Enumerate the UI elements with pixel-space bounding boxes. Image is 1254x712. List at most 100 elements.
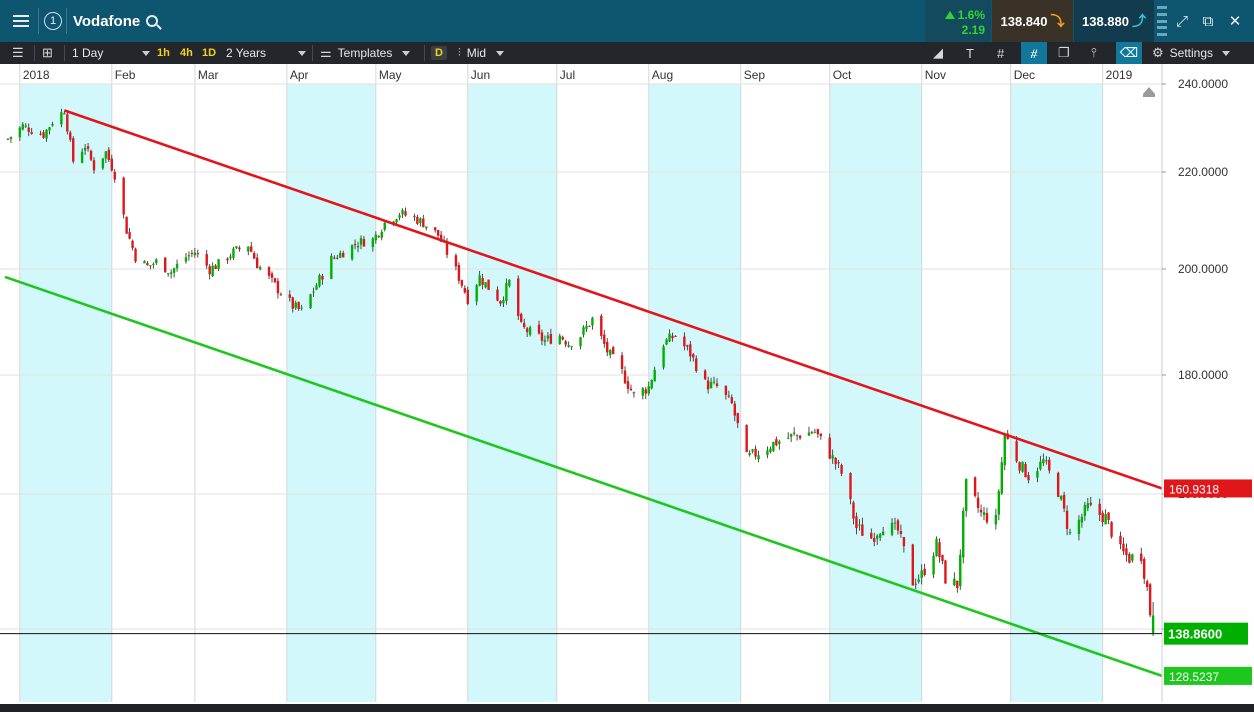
candle-body xyxy=(166,273,170,275)
y-axis-panel xyxy=(1162,64,1254,704)
divider xyxy=(312,45,313,61)
candle-body xyxy=(502,300,505,304)
candle-body xyxy=(413,215,416,217)
candle-body xyxy=(775,439,778,446)
price-type-select[interactable]: ⫶ Mid xyxy=(458,42,505,64)
candle-body xyxy=(478,275,481,286)
candle-body xyxy=(377,235,380,237)
candle-body xyxy=(333,257,336,259)
candle-body xyxy=(849,473,852,500)
candle-body xyxy=(579,337,582,347)
candle-body xyxy=(1045,460,1048,462)
candle-body xyxy=(250,246,253,252)
candle-body xyxy=(611,347,615,355)
candle-body xyxy=(1065,510,1069,529)
candle-body xyxy=(146,263,149,266)
month-band xyxy=(19,84,112,702)
interval-1d-button[interactable]: 1D xyxy=(202,42,216,64)
candle-body xyxy=(1018,462,1021,471)
candle-body xyxy=(917,579,920,582)
candle-body xyxy=(48,127,51,131)
interval-4h-label: 4h xyxy=(180,47,193,59)
candle-body xyxy=(772,441,775,451)
sell-price: 138.840 xyxy=(1000,13,1048,29)
channel-tool-button[interactable]: ⧣ xyxy=(1021,42,1047,64)
candle-body xyxy=(27,127,30,132)
candle-body xyxy=(873,537,876,542)
candle-body xyxy=(1062,494,1066,509)
range-select[interactable]: 2 Years xyxy=(226,42,306,64)
candle-body xyxy=(561,336,564,340)
candle-body xyxy=(190,252,194,254)
candle-body xyxy=(339,252,342,258)
candle-body xyxy=(374,234,378,241)
candle-body xyxy=(876,535,879,539)
candle-body xyxy=(383,222,386,230)
layout-button[interactable]: ⊞ xyxy=(42,42,53,64)
candle-body xyxy=(982,512,986,515)
candle-body xyxy=(1131,554,1134,561)
arrow-up-icon: ⤴ xyxy=(1132,13,1146,29)
buy-price-button[interactable]: 138.880 ⤴ xyxy=(1074,0,1154,42)
candle-body xyxy=(549,334,553,344)
candle-body xyxy=(994,514,998,525)
popout-icon[interactable]: ⧉ xyxy=(1198,0,1218,42)
candle-body xyxy=(1042,459,1045,464)
crosshair-button[interactable]: # xyxy=(997,42,1004,64)
text-tool-button[interactable]: T xyxy=(966,42,974,64)
hamburger-icon xyxy=(13,15,29,27)
trendlines[interactable] xyxy=(4,109,1163,678)
candle-body xyxy=(143,261,146,264)
candle-body xyxy=(226,258,229,261)
layers-button[interactable]: ❐ xyxy=(1058,42,1070,64)
draw-line-button[interactable]: ◢ xyxy=(933,42,943,64)
price-chart[interactable]: 2018 Feb Mar Apr May Jun Jul Aug Sep Oct Nov Dec 201… xyxy=(0,64,1254,704)
candle-body xyxy=(416,216,419,224)
candle-body xyxy=(938,542,941,558)
market-depth-button[interactable] xyxy=(1155,0,1169,42)
candle-body xyxy=(683,336,686,347)
change-percent-value: 1.6% xyxy=(957,8,985,22)
candle-body xyxy=(217,259,220,269)
candle-body xyxy=(318,275,321,287)
current-price-tag: 138.8600 xyxy=(1168,627,1222,642)
sell-price-button[interactable]: 138.840 ⤵ xyxy=(992,0,1073,42)
window-number-icon: 1 xyxy=(44,12,62,30)
candle-body xyxy=(196,253,200,255)
candle-body xyxy=(712,381,716,383)
interval-4h-button[interactable]: 4h xyxy=(180,42,193,64)
menu-button[interactable] xyxy=(6,0,36,42)
window-number-button[interactable]: 1 xyxy=(42,0,64,42)
candle-body xyxy=(113,172,116,180)
candle-body xyxy=(736,413,739,424)
candle-body xyxy=(273,278,277,283)
candle-body xyxy=(463,287,467,293)
candle-body xyxy=(819,433,823,437)
candle-body xyxy=(505,283,508,302)
d-button[interactable]: D xyxy=(431,42,447,64)
templates-button[interactable]: ⚌ Templates xyxy=(320,42,411,64)
candle-body xyxy=(1027,475,1030,481)
x-tick-label: Jun xyxy=(471,68,490,82)
resistance-price-tag: 160.9318 xyxy=(1169,482,1219,496)
close-icon[interactable]: ✕ xyxy=(1224,0,1246,42)
indicator-button[interactable]: ⫯ xyxy=(1091,42,1097,64)
candle-body xyxy=(653,369,656,382)
candle-body xyxy=(475,285,478,302)
candle-body xyxy=(1089,502,1092,505)
interval-select[interactable]: 1 Day xyxy=(72,42,150,64)
interval-1h-button[interactable]: 1h xyxy=(157,42,170,64)
instrument-name[interactable]: Vodafone xyxy=(73,13,140,30)
expand-icon[interactable]: ⤢ xyxy=(1172,0,1192,42)
chart-list-button[interactable]: ☰ xyxy=(12,42,24,64)
grid-layout-icon: ⊞ xyxy=(42,45,53,60)
candle-body xyxy=(570,346,573,348)
candle-body xyxy=(540,332,544,341)
candle-body xyxy=(932,555,935,575)
search-button[interactable] xyxy=(142,0,162,42)
candle-body xyxy=(923,568,926,575)
alert-tool-button[interactable]: ⌫ xyxy=(1116,42,1142,64)
candle-body xyxy=(297,302,300,309)
settings-button[interactable]: ⚙ Settings xyxy=(1152,42,1231,64)
candle-body xyxy=(66,114,69,132)
